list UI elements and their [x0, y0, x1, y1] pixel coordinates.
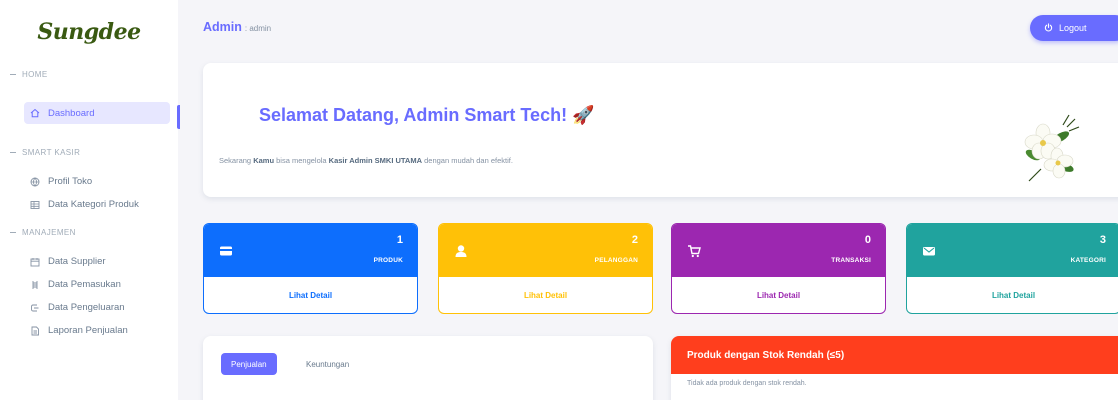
globe-icon [30, 177, 40, 187]
brand-logo[interactable]: Sungdee [0, 0, 178, 64]
logout-button[interactable]: Logout [1030, 15, 1118, 41]
user-role: : admin [244, 24, 272, 33]
stat-value: 3 [1099, 234, 1106, 246]
logo-text: Sungdee [37, 19, 141, 45]
tab-penjualan[interactable]: Penjualan [221, 353, 277, 375]
page-title: Admin: admin [203, 20, 272, 34]
welcome-text: Sekarang Kamu bisa mengelola Kasir Admin… [219, 156, 513, 165]
stat-card-pelanggan: 2 PELANGGAN Lihat Detail [438, 223, 653, 314]
sidebar-item-kategori-produk[interactable]: Data Kategori Produk [0, 193, 178, 216]
stat-detail-link[interactable]: Lihat Detail [672, 277, 885, 313]
sidebar-item-label: Profil Toko [48, 176, 93, 187]
welcome-card: Selamat Datang, Admin Smart Tech! 🚀 Seka… [203, 63, 1118, 197]
welcome-heading: Selamat Datang, Admin Smart Tech! 🚀 [259, 105, 595, 125]
sidebar-item-data-supplier[interactable]: Data Supplier [0, 250, 178, 273]
stat-label: KATEGORI [1070, 257, 1106, 264]
stat-detail-link[interactable]: Lihat Detail [439, 277, 652, 313]
top-navbar: Admin: admin Logout [188, 6, 1118, 52]
mail-icon [923, 247, 935, 256]
sidebar-item-label: Data Supplier [48, 256, 106, 267]
home-icon [30, 108, 40, 118]
stat-value: 1 [396, 234, 403, 246]
logout-label: Logout [1059, 23, 1087, 33]
sidebar: Sungdee HOME Dashboard SMART KASIR Profi… [0, 0, 178, 400]
sidebar-item-label: Dashboard [48, 107, 95, 119]
wallet-icon [220, 246, 232, 256]
report-icon [30, 326, 40, 336]
low-stock-title: Produk dengan Stok Rendah (≤5) [671, 336, 1118, 374]
wallet-icon [30, 303, 40, 313]
stat-label: PELANGGAN [594, 257, 638, 264]
sidebar-item-data-pemasukan[interactable]: Data Pemasukan [0, 273, 178, 296]
stat-card-transaksi: 0 TRANSAKSI Lihat Detail [671, 223, 886, 314]
sidebar-item-label: Data Kategori Produk [48, 199, 139, 210]
sidebar-item-label: Data Pemasukan [48, 279, 121, 290]
stat-value: 0 [864, 234, 871, 246]
stat-card-produk: 1 PRODUK Lihat Detail [203, 223, 418, 314]
menu-header-manajemen: MANAJEMEN [0, 222, 178, 242]
sidebar-item-label: Laporan Penjualan [48, 325, 128, 336]
low-stock-empty-text: Tidak ada produk dengan stok rendah. [687, 380, 807, 387]
active-indicator [177, 105, 180, 129]
tab-keuntungan[interactable]: Keuntungan [306, 353, 349, 375]
stat-card-kategori: 3 KATEGORI Lihat Detail [906, 223, 1118, 314]
menu-header-home: HOME [0, 64, 178, 84]
sidebar-item-laporan-penjualan[interactable]: Laporan Penjualan [0, 319, 178, 342]
calendar-icon [30, 257, 40, 267]
user-icon [455, 245, 467, 257]
menu-header-smart-kasir: SMART KASIR [0, 142, 178, 162]
sidebar-item-dashboard[interactable]: Dashboard [24, 102, 170, 124]
sidebar-item-data-pengeluaran[interactable]: Data Pengeluaran [0, 296, 178, 319]
sidebar-item-profil-toko[interactable]: Profil Toko [0, 170, 178, 193]
stat-label: PRODUK [373, 257, 403, 264]
stat-value: 2 [631, 234, 638, 246]
stat-label: TRANSAKSI [831, 257, 871, 264]
receipt-icon [30, 280, 40, 290]
power-icon [1044, 22, 1053, 34]
sales-chart-card: Penjualan Keuntungan [203, 336, 653, 400]
sidebar-item-label: Data Pengeluaran [48, 302, 125, 313]
low-stock-card: Produk dengan Stok Rendah (≤5) Tidak ada… [671, 336, 1118, 400]
flower-illustration [1024, 114, 1080, 182]
stat-detail-link[interactable]: Lihat Detail [907, 277, 1118, 313]
cart-icon [688, 245, 701, 258]
table-icon [30, 200, 40, 210]
stat-detail-link[interactable]: Lihat Detail [204, 277, 417, 313]
